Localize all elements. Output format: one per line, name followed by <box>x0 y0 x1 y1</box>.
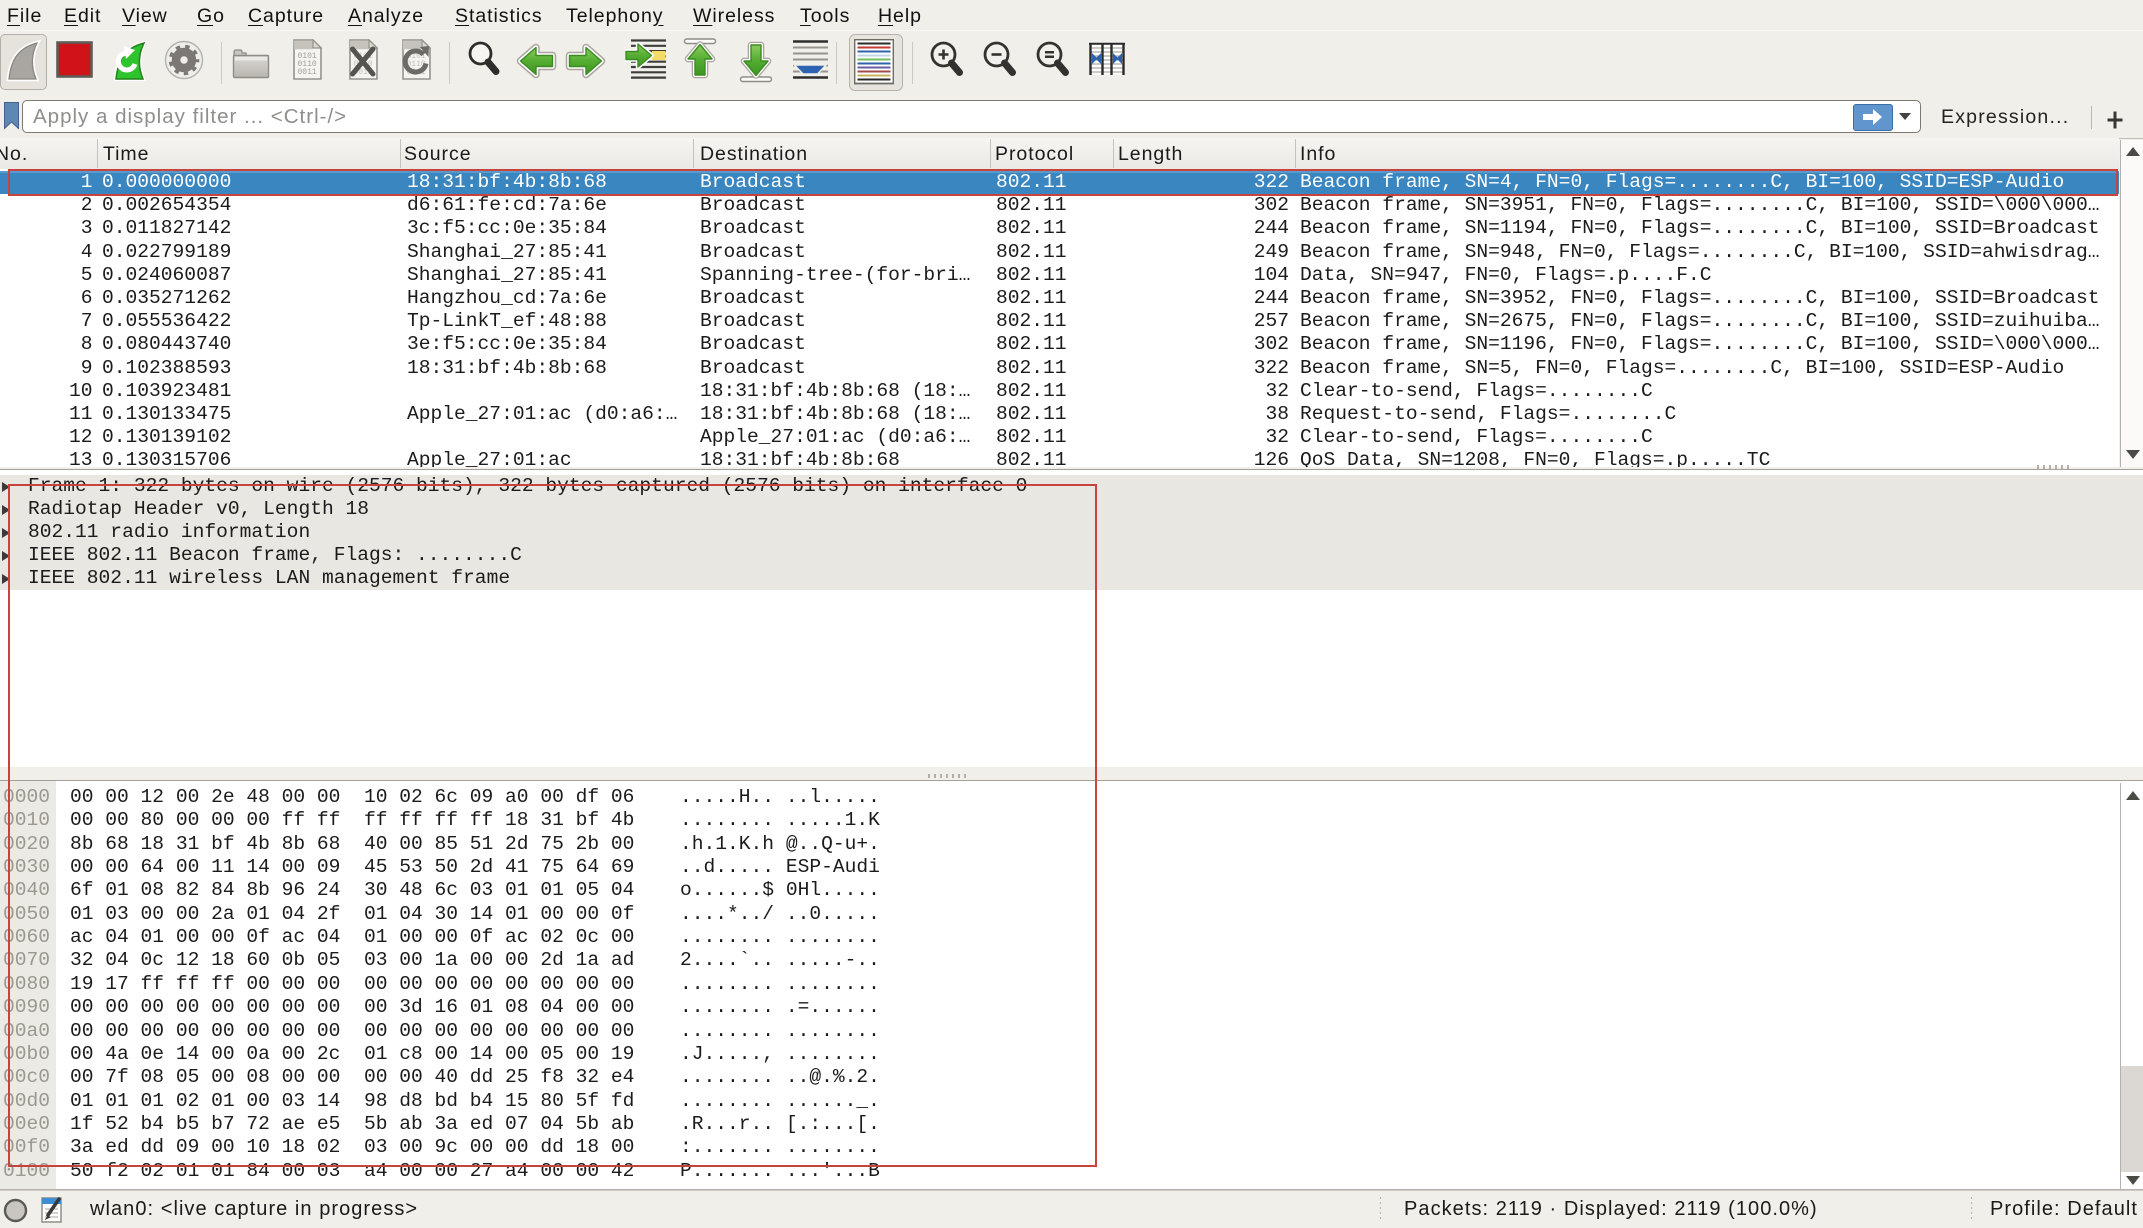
svg-text:0011: 0011 <box>298 68 317 77</box>
